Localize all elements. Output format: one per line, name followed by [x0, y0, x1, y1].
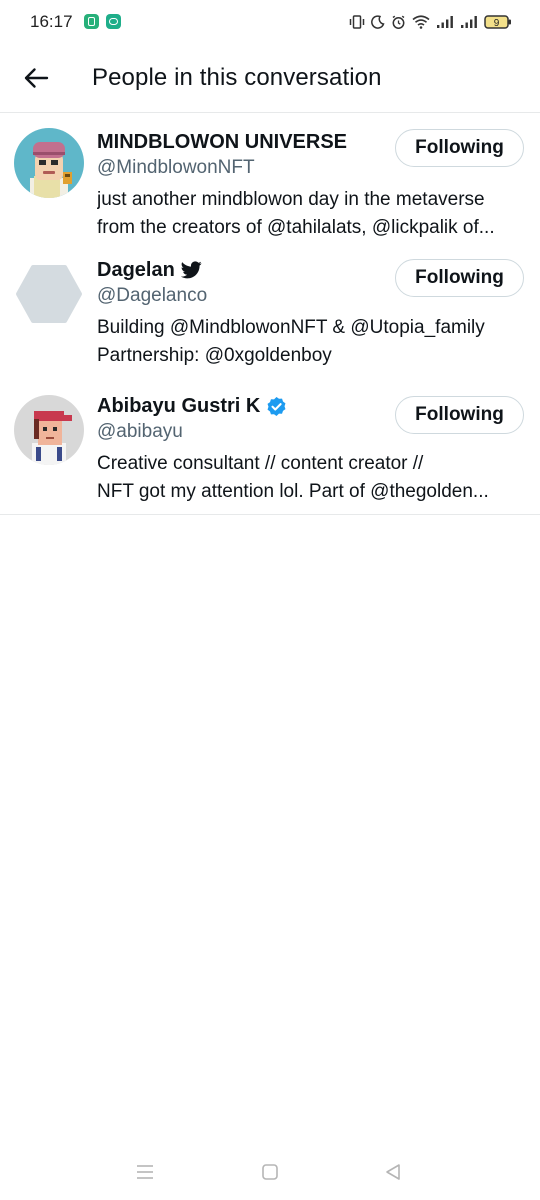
system-nav-bar — [0, 1144, 540, 1200]
status-time: 16:17 — [30, 12, 73, 31]
status-bar: 16:17 9 — [0, 0, 540, 46]
home-button[interactable] — [252, 1154, 288, 1190]
user-bio: just another mindblowon day in the metav… — [97, 186, 522, 242]
list-item[interactable]: Abibayu Gustri K @abibayu Creative consu… — [0, 381, 540, 514]
user-bio: Creative consultant // content creator /… — [97, 450, 522, 506]
app-notification-icon — [84, 14, 99, 29]
chat-notification-icon — [106, 14, 121, 29]
people-list: MINDBLOWON UNIVERSE @MindblowonNFT just … — [0, 113, 540, 515]
following-button[interactable]: Following — [395, 259, 524, 297]
bio-line: Creative consultant // content creator /… — [97, 453, 424, 474]
system-back-button[interactable] — [375, 1154, 411, 1190]
verified-badge-icon — [267, 396, 286, 416]
list-item[interactable]: MINDBLOWON UNIVERSE @MindblowonNFT just … — [0, 113, 540, 245]
bio-line: Building @MindblowonNFT & @Utopia_family — [97, 317, 485, 338]
display-name[interactable]: Abibayu Gustri K — [97, 395, 260, 418]
twitter-bird-icon — [180, 261, 202, 279]
header: People in this conversation — [0, 46, 540, 113]
back-button[interactable] — [16, 58, 56, 98]
list-item[interactable]: Dagelan @Dagelanco Building @MindblowonN… — [0, 245, 540, 381]
recent-apps-button[interactable] — [127, 1154, 163, 1190]
display-name[interactable]: MINDBLOWON UNIVERSE — [97, 131, 347, 154]
wifi-icon — [412, 15, 430, 29]
status-icons: 9 — [349, 11, 512, 33]
battery-level: 9 — [494, 18, 500, 29]
moon-icon — [371, 15, 385, 29]
bio-line: NFT got my attention lol. Part of @thego… — [97, 481, 489, 502]
page-title: People in this conversation — [92, 64, 382, 91]
avatar[interactable] — [14, 128, 84, 198]
triangle-back-icon — [386, 1164, 400, 1180]
bio-line: just another mindblowon day in the metav… — [97, 189, 485, 210]
arrow-left-icon — [24, 68, 49, 88]
battery-icon: 9 — [484, 15, 511, 29]
signal-icon — [461, 16, 477, 28]
following-button[interactable]: Following — [395, 129, 524, 167]
bio-line: from the creators of @tahilalats, @lickp… — [97, 217, 495, 238]
avatar[interactable] — [14, 395, 84, 465]
avatar[interactable] — [14, 259, 84, 329]
menu-icon — [137, 1165, 153, 1179]
user-bio: Building @MindblowonNFT & @Utopia_family… — [97, 314, 522, 370]
signal-icon — [437, 16, 453, 28]
alarm-icon — [392, 15, 405, 29]
vibrate-icon — [349, 15, 365, 29]
square-icon — [262, 1164, 278, 1180]
display-name[interactable]: Dagelan — [97, 259, 175, 282]
following-button[interactable]: Following — [395, 396, 524, 434]
bio-line: Partnership: @0xgoldenboy — [97, 345, 332, 366]
